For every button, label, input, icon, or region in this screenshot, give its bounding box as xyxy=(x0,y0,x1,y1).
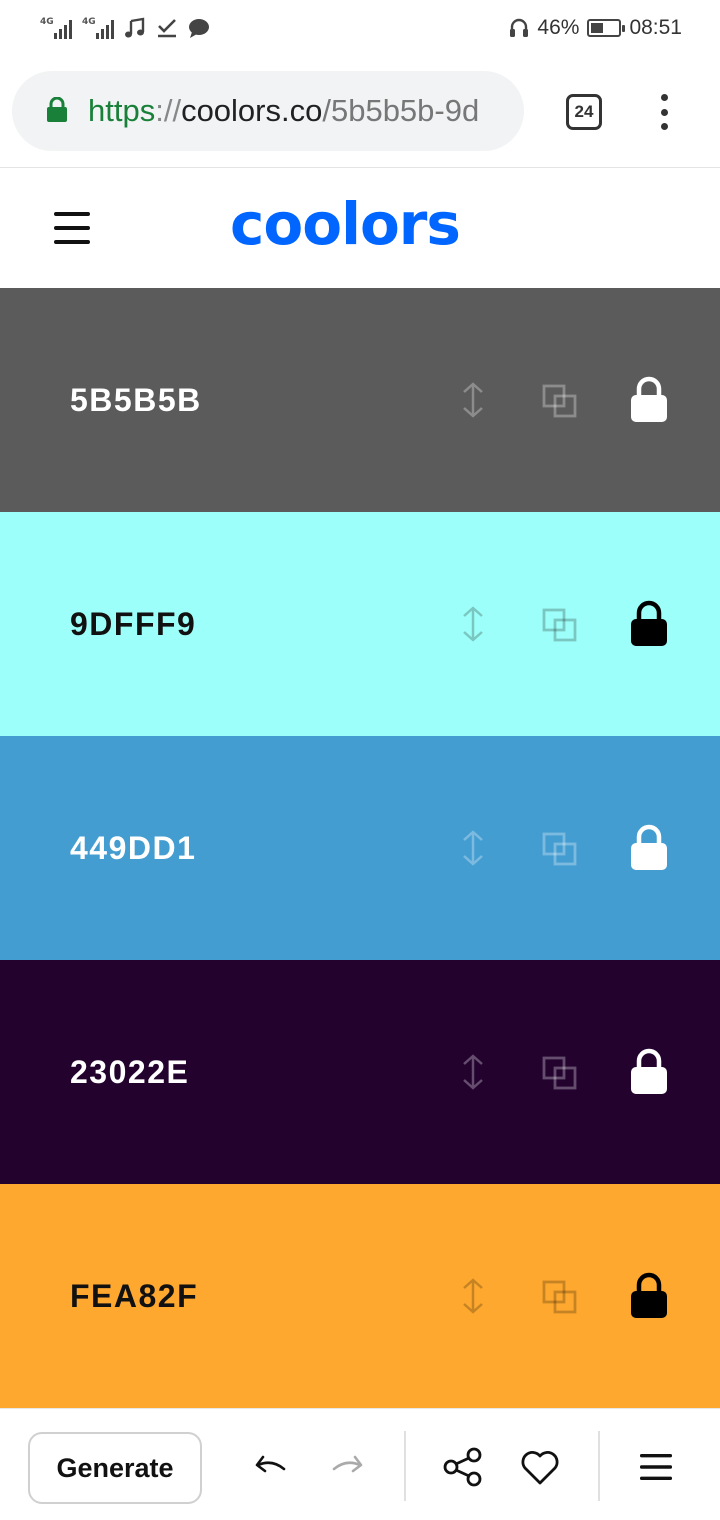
copy-icon[interactable] xyxy=(542,1056,578,1090)
color-swatch[interactable]: 9DFFF9 xyxy=(0,512,720,736)
share-icon[interactable] xyxy=(442,1447,484,1487)
color-swatch[interactable]: FEA82F xyxy=(0,1184,720,1408)
drag-handle-icon[interactable] xyxy=(460,830,486,866)
drag-handle-icon[interactable] xyxy=(460,606,486,642)
battery-percent: 46% xyxy=(537,16,580,39)
download-done-icon xyxy=(158,19,176,38)
toolbar-divider xyxy=(404,1431,406,1501)
browser-menu-button[interactable] xyxy=(652,94,676,130)
signal-icon: 4G xyxy=(82,17,114,39)
secure-lock-icon xyxy=(47,97,67,122)
hex-code[interactable]: 449DD1 xyxy=(70,828,196,868)
url-text[interactable]: https://coolors.co/5b5b5b-9d xyxy=(88,93,479,129)
battery-fill xyxy=(591,23,604,33)
color-swatch[interactable]: 449DD1 xyxy=(0,736,720,960)
copy-icon[interactable] xyxy=(542,384,578,418)
status-right: 46% 08:51 xyxy=(509,12,682,44)
url-separator: :// xyxy=(155,93,182,128)
undo-icon[interactable] xyxy=(250,1453,290,1481)
site-menu-icon[interactable] xyxy=(54,212,90,244)
menu-dot xyxy=(660,94,668,101)
browser-toolbar: https://coolors.co/5b5b5b-9d 24 xyxy=(0,56,720,168)
clock: 08:51 xyxy=(629,16,682,39)
color-swatch[interactable]: 5B5B5B xyxy=(0,288,720,512)
url-scheme: https xyxy=(88,93,156,128)
lock-icon[interactable] xyxy=(628,600,670,648)
network-type-1: 4G xyxy=(40,17,54,27)
url-path: /5b5b5b-9d xyxy=(322,93,480,128)
hex-code[interactable]: 5B5B5B xyxy=(70,380,202,420)
copy-icon[interactable] xyxy=(542,832,578,866)
drag-handle-icon[interactable] xyxy=(460,382,486,418)
generate-button[interactable]: Generate xyxy=(28,1432,202,1504)
redo-icon[interactable] xyxy=(328,1453,368,1481)
network-type-2: 4G xyxy=(82,17,96,27)
lock-icon[interactable] xyxy=(628,824,670,872)
tab-switcher-button[interactable]: 24 xyxy=(566,94,602,130)
lock-icon[interactable] xyxy=(628,1272,670,1320)
bottom-toolbar: Generate xyxy=(0,1408,720,1520)
status-bar: 4G 4G 46% 08:51 xyxy=(0,0,720,56)
color-swatch[interactable]: 23022E xyxy=(0,960,720,1184)
copy-icon[interactable] xyxy=(542,608,578,642)
hex-code[interactable]: 23022E xyxy=(70,1052,189,1092)
menu-dot xyxy=(660,108,668,116)
heart-icon[interactable] xyxy=(520,1450,560,1486)
drag-handle-icon[interactable] xyxy=(460,1278,486,1314)
lock-icon[interactable] xyxy=(628,376,670,424)
status-left: 4G 4G xyxy=(40,14,210,42)
url-host: coolors.co xyxy=(181,93,323,128)
coolors-logo[interactable]: coolors xyxy=(230,194,461,254)
headphones-icon xyxy=(510,18,529,37)
hex-code[interactable]: FEA82F xyxy=(70,1276,198,1316)
menu-icon[interactable] xyxy=(638,1451,674,1483)
copy-icon[interactable] xyxy=(542,1280,578,1314)
battery-icon xyxy=(587,19,626,37)
chat-bubble-icon xyxy=(189,19,209,38)
menu-dot xyxy=(660,123,668,130)
hex-code[interactable]: 9DFFF9 xyxy=(70,604,196,644)
signal-icon: 4G xyxy=(40,17,72,39)
lock-icon[interactable] xyxy=(628,1048,670,1096)
music-note-icon xyxy=(125,17,145,38)
drag-handle-icon[interactable] xyxy=(460,1054,486,1090)
site-header: coolors xyxy=(0,168,720,288)
palette: 5B5B5B 9DFFF9 449DD1 23022E FEA82F xyxy=(0,288,720,1408)
toolbar-divider xyxy=(598,1431,600,1501)
address-bar[interactable]: https://coolors.co/5b5b5b-9d xyxy=(12,71,524,151)
